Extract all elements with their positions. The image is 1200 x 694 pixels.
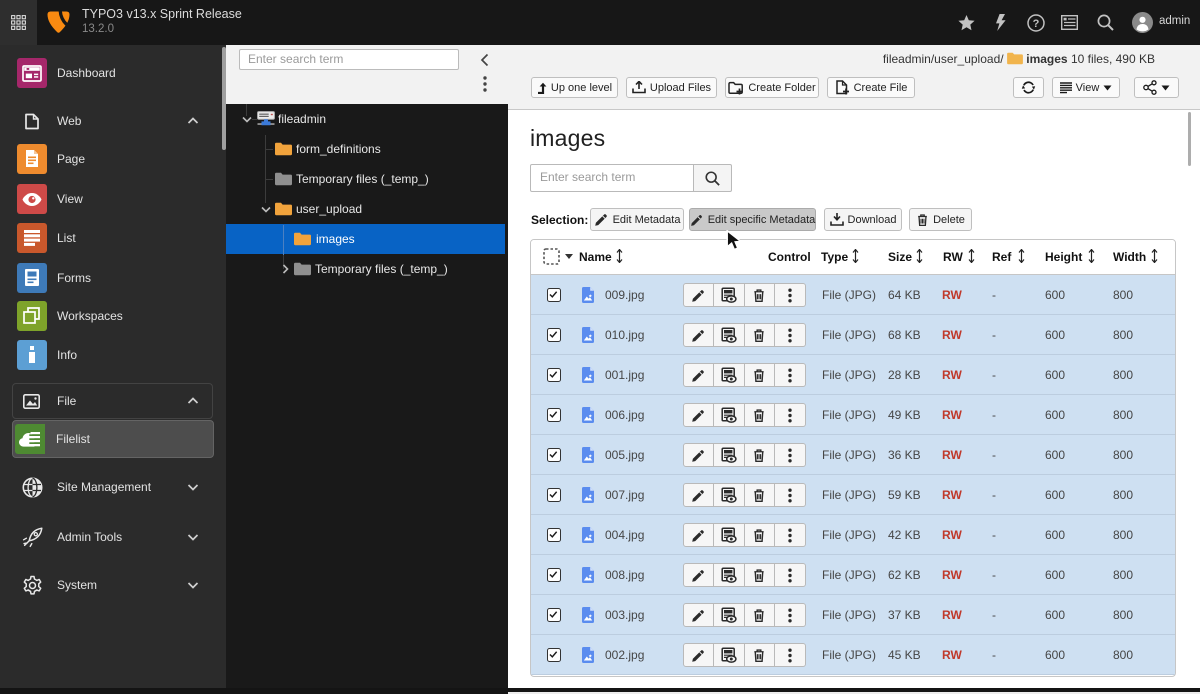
svg-text:?: ?: [1033, 18, 1040, 30]
